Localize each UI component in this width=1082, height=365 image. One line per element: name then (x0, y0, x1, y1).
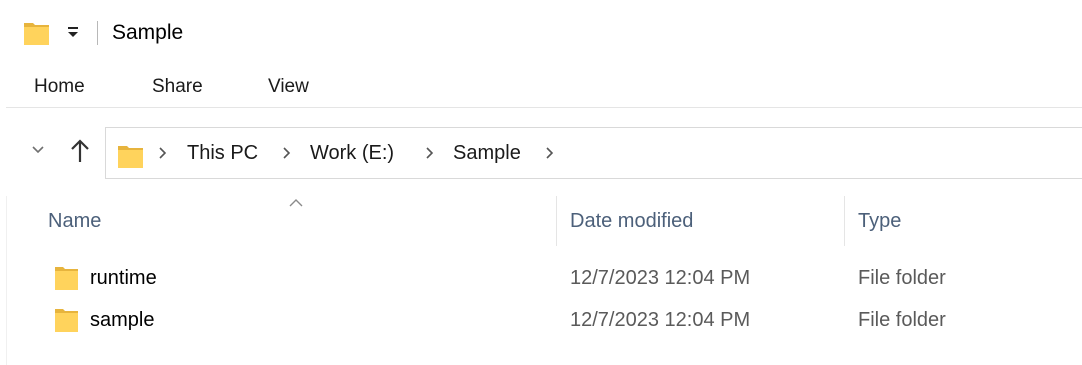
title-bar: Sample (0, 0, 1082, 64)
file-date-modified: 12/7/2023 12:04 PM (570, 267, 751, 289)
file-type: File folder (858, 267, 946, 289)
column-divider[interactable] (844, 196, 845, 246)
folder-icon (54, 306, 80, 334)
folder-icon (22, 18, 52, 48)
chevron-right-icon[interactable] (424, 145, 434, 161)
ribbon-tabs: Home Share View (0, 64, 1082, 108)
folder-icon (116, 141, 146, 171)
window-title: Sample (112, 21, 184, 44)
tab-home[interactable]: Home (34, 74, 85, 100)
file-name: runtime (90, 267, 157, 289)
breadcrumb-work-drive[interactable]: Work (E:) (310, 140, 394, 166)
up-arrow-icon[interactable] (66, 136, 94, 166)
file-date-modified: 12/7/2023 12:04 PM (570, 309, 751, 331)
file-name: sample (90, 309, 155, 331)
list-item[interactable]: sample 12/7/2023 12:04 PM File folder (40, 300, 1082, 338)
tab-view[interactable]: View (268, 74, 309, 100)
chevron-right-icon[interactable] (281, 145, 291, 161)
list-item[interactable]: runtime 12/7/2023 12:04 PM File folder (40, 258, 1082, 296)
sort-ascending-caret-icon (287, 196, 305, 208)
address-bar[interactable]: This PC Work (E:) Sample (105, 127, 1082, 179)
chevron-right-icon[interactable] (157, 145, 167, 161)
file-list: Name Date modified Type runtime 12/7/202… (0, 192, 1082, 365)
customize-quick-access-icon[interactable] (66, 22, 80, 44)
column-divider[interactable] (556, 196, 557, 246)
file-type: File folder (858, 309, 946, 331)
navigation-bar: This PC Work (E:) Sample (0, 108, 1082, 198)
file-explorer-window: Sample Home Share View This PC Work (E:)… (0, 0, 1082, 365)
tab-share[interactable]: Share (152, 74, 203, 100)
folder-icon (54, 264, 80, 292)
chevron-right-icon[interactable] (544, 145, 554, 161)
title-separator (97, 21, 98, 45)
breadcrumb-sample[interactable]: Sample (453, 140, 521, 166)
column-header-type[interactable]: Type (858, 208, 901, 234)
breadcrumb-this-pc[interactable]: This PC (187, 140, 258, 166)
column-header-date-modified[interactable]: Date modified (570, 208, 693, 234)
recent-locations-chevron-icon[interactable] (28, 138, 48, 160)
column-header-name[interactable]: Name (48, 208, 101, 234)
